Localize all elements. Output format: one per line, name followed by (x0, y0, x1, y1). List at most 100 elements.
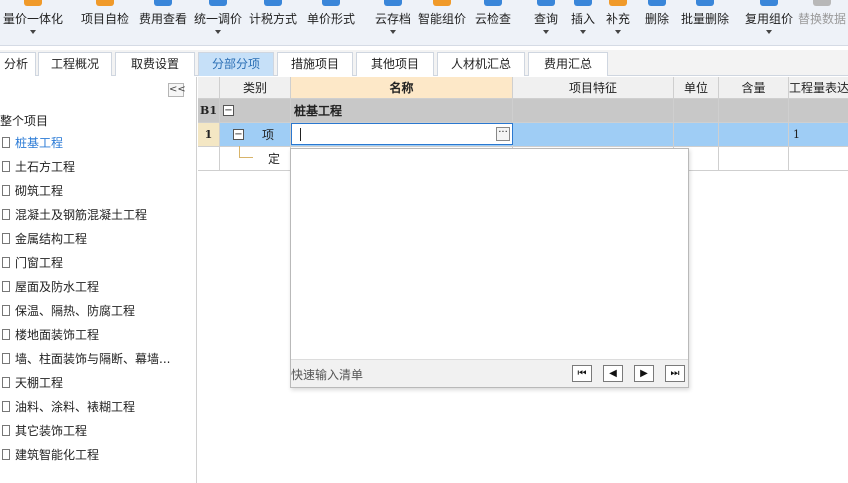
cloud-save-label: 云存档 (374, 12, 411, 26)
last-page-button[interactable]: ⏭ (665, 365, 685, 382)
tree-item[interactable]: 天棚工程 (2, 373, 63, 393)
query-button[interactable]: 查询 (531, 0, 561, 46)
unit-price-form-label: 单价形式 (306, 12, 355, 26)
collapse-icon[interactable]: − (233, 129, 244, 140)
tree-item[interactable]: 砌筑工程 (2, 181, 63, 201)
smart-icon (433, 0, 451, 6)
tab-cost-summary[interactable]: 费用汇总 (528, 52, 608, 76)
tree-item-label: 金属结构工程 (15, 232, 88, 246)
content-header[interactable]: 含量 (719, 77, 789, 99)
insert-button[interactable]: 插入 (568, 0, 598, 46)
popup-footer: 快速输入清单 ⏮ ◀ ▶ ⏭ (291, 359, 688, 387)
tree-item-label: 天棚工程 (15, 376, 64, 390)
document-icon (2, 401, 10, 412)
content-cell[interactable] (719, 99, 789, 123)
name-header[interactable]: 名称 (291, 77, 513, 99)
reuse-icon (760, 0, 778, 6)
tax-icon (264, 0, 282, 6)
search-icon (537, 0, 555, 6)
feature-header[interactable]: 项目特征 (513, 77, 674, 99)
quick-input-popup[interactable]: 快速输入清单 ⏮ ◀ ▶ ⏭ (290, 148, 689, 388)
project-selfcheck-button[interactable]: 项目自检 (78, 0, 132, 46)
unit-price-form-button[interactable]: 单价形式 (304, 0, 358, 46)
replace-data-button[interactable]: 替换数据 (796, 0, 848, 46)
add-icon (609, 0, 627, 6)
last-page-icon: ⏭ (670, 368, 680, 379)
tab-measures[interactable]: 措施项目 (277, 52, 353, 76)
prev-page-button[interactable]: ◀ (603, 365, 623, 382)
tab-labor-material-summary[interactable]: 人材机汇总 (437, 52, 525, 76)
chart-icon (24, 0, 42, 6)
chevron-down-icon (766, 30, 772, 34)
document-icon (2, 161, 10, 172)
tree-item[interactable]: 土石方工程 (2, 157, 75, 177)
table-row[interactable]: B1 − 桩基工程 (198, 99, 848, 123)
delete-button[interactable]: 删除 (642, 0, 672, 46)
category-header[interactable]: 类别 (220, 77, 291, 99)
name-input[interactable]: ··· (291, 123, 513, 145)
tree-item-label: 楼地面装饰工程 (15, 328, 100, 342)
next-page-button[interactable]: ▶ (634, 365, 654, 382)
tree-root[interactable]: 整个项目 (0, 112, 48, 129)
category-cell[interactable]: − (220, 99, 291, 123)
category-cell[interactable]: 定 (220, 147, 291, 171)
tree-item[interactable]: 保温、隔热、防腐工程 (2, 301, 135, 321)
quantity-header[interactable]: 工程量表达 (789, 77, 848, 99)
collapse-panel-button[interactable]: << (168, 83, 186, 97)
cost-view-button[interactable]: 费用查看 (137, 0, 189, 46)
document-icon (2, 257, 10, 268)
tree-item[interactable]: 墙、柱面装饰与隔断、幕墙... (2, 349, 170, 369)
content-cell[interactable] (719, 147, 789, 171)
unit-header[interactable]: 单位 (674, 77, 719, 99)
tree-item[interactable]: 建筑智能化工程 (2, 445, 99, 465)
unit-cell[interactable] (674, 123, 719, 147)
reuse-pricing-button[interactable]: 复用组价 (742, 0, 796, 46)
tab-fee-settings[interactable]: 取费设置 (115, 52, 195, 76)
cloud-check-button[interactable]: 云检查 (472, 0, 514, 46)
tree-item[interactable]: 桩基工程 (2, 133, 63, 153)
tab-project-overview[interactable]: 工程概况 (38, 52, 112, 76)
supplement-label: 补充 (605, 12, 630, 26)
batch-delete-button[interactable]: 批量删除 (678, 0, 732, 46)
unit-cell[interactable] (674, 99, 719, 123)
quantity-cell[interactable]: 1 (789, 123, 848, 147)
smart-pricing-button[interactable]: 智能组价 (416, 0, 468, 46)
name-cell[interactable]: 桩基工程 (291, 99, 513, 123)
price-integration-button[interactable]: 量价一体化 (0, 0, 66, 46)
content-cell[interactable] (719, 123, 789, 147)
quick-input-hint: 快速输入清单 (291, 368, 364, 382)
batch-delete-icon (696, 0, 714, 6)
tree-item[interactable]: 油料、涂料、裱糊工程 (2, 397, 135, 417)
project-selfcheck-label: 项目自检 (80, 12, 129, 26)
check-icon (96, 0, 114, 6)
tree-item[interactable]: 混凝土及钢筋混凝土工程 (2, 205, 147, 225)
tab-analysis[interactable]: 分析 (0, 52, 36, 76)
tree-item[interactable]: 楼地面装饰工程 (2, 325, 99, 345)
delete-icon (648, 0, 666, 6)
tax-method-button[interactable]: 计税方式 (246, 0, 300, 46)
row-number: B1 (198, 99, 220, 123)
more-options-button[interactable]: ··· (496, 127, 510, 141)
quantity-cell[interactable] (789, 99, 848, 123)
tree-item-label: 油料、涂料、裱糊工程 (15, 400, 136, 414)
tree-item[interactable]: 其它装饰工程 (2, 421, 87, 441)
replace-data-label: 替换数据 (797, 12, 846, 26)
quantity-cell[interactable] (789, 147, 848, 171)
next-page-icon: ▶ (640, 368, 648, 379)
tree-item[interactable]: 门窗工程 (2, 253, 63, 273)
tree-item[interactable]: 金属结构工程 (2, 229, 87, 249)
tab-subitem[interactable]: 分部分项 (198, 52, 274, 76)
feature-cell[interactable] (513, 99, 674, 123)
unified-adjust-button[interactable]: 统一调价 (192, 0, 244, 46)
category-cell[interactable]: − 项 (220, 123, 291, 147)
cloud-save-button[interactable]: 云存档 (370, 0, 416, 46)
tree-item[interactable]: 屋面及防水工程 (2, 277, 99, 297)
text-cursor (300, 128, 301, 141)
supplement-button[interactable]: 补充 (603, 0, 633, 46)
collapse-icon[interactable]: − (223, 105, 234, 116)
tab-other-items[interactable]: 其他项目 (356, 52, 434, 76)
first-page-button[interactable]: ⏮ (572, 365, 592, 382)
feature-cell[interactable] (513, 123, 674, 147)
cloud-check-icon (484, 0, 502, 6)
chevron-down-icon (543, 30, 549, 34)
